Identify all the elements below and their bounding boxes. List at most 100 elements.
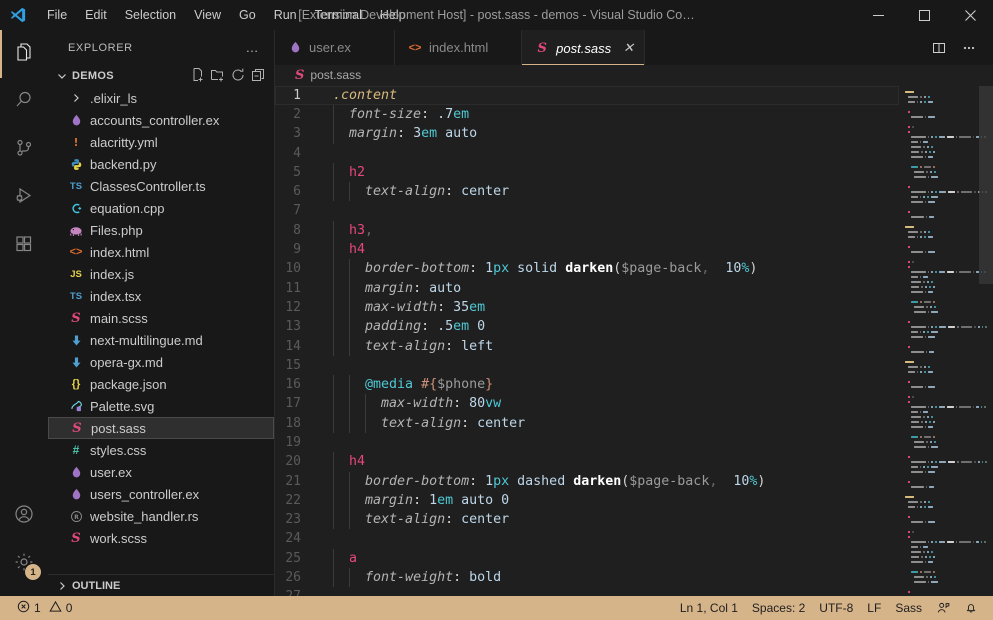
minimap-block: [911, 471, 923, 474]
code-line[interactable]: 18 text-align: center: [275, 413, 899, 433]
file-item[interactable]: Smain.scss: [48, 307, 274, 329]
code-line[interactable]: 10 border-bottom: 1px solid darken($page…: [275, 259, 899, 279]
activity-item-manage[interactable]: 1: [0, 540, 48, 588]
react-icon: TS: [69, 290, 83, 302]
file-item[interactable]: TS index.tsx: [48, 285, 274, 307]
new-folder-icon[interactable]: [210, 67, 226, 86]
activity-item-explorer[interactable]: [0, 30, 48, 78]
feedback-icon[interactable]: [929, 596, 957, 620]
code-line[interactable]: 11 margin: auto: [275, 278, 899, 298]
eol-status[interactable]: LF: [860, 596, 888, 620]
code-line[interactable]: 16 @media #{$phone}: [275, 375, 899, 395]
file-item[interactable]: {} package.json: [48, 373, 274, 395]
breadcrumb[interactable]: S post.sass: [275, 65, 993, 86]
file-item[interactable]: users_controller.ex: [48, 483, 274, 505]
file-item[interactable]: equation.cpp: [48, 197, 274, 219]
code-line[interactable]: 4: [275, 144, 899, 163]
editor-tab[interactable]: <>index.html✕: [395, 30, 523, 65]
file-item[interactable]: Palette.svg: [48, 395, 274, 417]
file-item[interactable]: Spost.sass: [48, 417, 274, 439]
new-file-icon[interactable]: [190, 67, 206, 86]
code-line[interactable]: 27: [275, 587, 899, 596]
minimap-block: [948, 191, 956, 194]
file-item[interactable]: Rwebsite_handler.rs: [48, 505, 274, 527]
activity-item-search[interactable]: [0, 78, 48, 126]
menu-help[interactable]: Help: [371, 5, 415, 25]
code-line[interactable]: 26 font-weight: bold: [275, 568, 899, 588]
code-line[interactable]: 3 margin: 3em auto: [275, 124, 899, 144]
code-line[interactable]: 5 h2: [275, 162, 899, 183]
file-item[interactable]: .elixir_ls: [48, 87, 274, 109]
minimize-button[interactable]: [855, 0, 901, 30]
code-line[interactable]: 22 margin: 1em auto 0: [275, 490, 899, 511]
language-mode-status[interactable]: Sass: [888, 596, 929, 620]
collapse-all-icon[interactable]: [250, 67, 266, 86]
menu-file[interactable]: File: [38, 5, 76, 25]
code-line[interactable]: 15: [275, 356, 899, 375]
file-item[interactable]: TS ClassesController.ts: [48, 175, 274, 197]
minimap-slider[interactable]: [979, 85, 993, 284]
file-item[interactable]: user.ex: [48, 461, 274, 483]
file-item[interactable]: Swork.scss: [48, 527, 274, 549]
code-line[interactable]: 7: [275, 201, 899, 220]
refresh-icon[interactable]: [230, 67, 246, 86]
editor-tab[interactable]: Spost.sass ✕: [522, 30, 645, 65]
tab-close-icon[interactable]: ✕: [617, 40, 634, 56]
code-line[interactable]: 13 padding: .5em 0: [275, 317, 899, 337]
code-line[interactable]: 1 .content: [275, 85, 899, 105]
cursor-position[interactable]: Ln 1, Col 1: [673, 596, 745, 620]
encoding-status[interactable]: UTF-8: [812, 596, 860, 620]
file-item[interactable]: accounts_controller.ex: [48, 109, 274, 131]
file-item[interactable]: JS index.js: [48, 263, 274, 285]
file-item[interactable]: next-multilingue.md: [48, 329, 274, 351]
activity-item-run-debug[interactable]: [0, 174, 48, 222]
code-token: }: [485, 377, 494, 393]
code-line[interactable]: 23 text-align: center: [275, 510, 899, 530]
activity-item-source-control[interactable]: [0, 126, 48, 174]
code-line[interactable]: 19: [275, 433, 899, 452]
code-line[interactable]: 25 a: [275, 548, 899, 569]
code-line[interactable]: 21 border-bottom: 1px dashed darken($pag…: [275, 471, 899, 491]
outline-section-header[interactable]: OUTLINE: [48, 574, 274, 596]
code-line[interactable]: 12 max-width: 35em: [275, 297, 899, 318]
indentation-status[interactable]: Spaces: 2: [745, 596, 812, 620]
maximize-button[interactable]: [901, 0, 947, 30]
menu-edit[interactable]: Edit: [76, 5, 116, 25]
menu-selection[interactable]: Selection: [116, 5, 185, 25]
code-token: :: [437, 299, 454, 315]
problems-status[interactable]: 1 0: [10, 596, 79, 620]
more-actions-icon[interactable]: [955, 34, 983, 62]
file-item[interactable]: <> index.html: [48, 241, 274, 263]
close-button[interactable]: [947, 0, 993, 30]
code-line[interactable]: 20 h4: [275, 452, 899, 472]
code-line[interactable]: 8 h3,: [275, 220, 899, 241]
code-line[interactable]: 6 text-align: center: [275, 182, 899, 202]
menu-go[interactable]: Go: [230, 5, 265, 25]
menu-run[interactable]: Run: [265, 5, 306, 25]
file-tree[interactable]: .elixir_ls accounts_controller.ex! alacrit…: [48, 87, 274, 574]
menu-terminal[interactable]: Terminal: [306, 5, 371, 25]
code-line[interactable]: 14 text-align: left: [275, 336, 899, 356]
activity-item-accounts[interactable]: [0, 492, 48, 540]
code-editor[interactable]: 1 .content 2 font-size: .7em 3 margin: 3em …: [275, 85, 899, 596]
file-item[interactable]: opera-gx.md: [48, 351, 274, 373]
minimap[interactable]: [899, 85, 993, 596]
split-editor-icon[interactable]: [925, 34, 953, 62]
menu-view[interactable]: View: [185, 5, 230, 25]
minimap-scrollbar[interactable]: [979, 85, 993, 596]
file-item[interactable]: ! alacritty.yml: [48, 131, 274, 153]
code-line[interactable]: 17 max-width: 80vw: [275, 394, 899, 414]
tabs-container[interactable]: user.ex✕ <> index.html ✕Spost.sass ✕: [275, 30, 645, 65]
code-line[interactable]: 2 font-size: .7em: [275, 104, 899, 125]
menu-bar[interactable]: File Edit Selection View Go Run Terminal…: [38, 5, 415, 25]
file-item[interactable]: # styles.css: [48, 439, 274, 461]
code-line[interactable]: 9 h4: [275, 240, 899, 260]
file-item[interactable]: backend.py: [48, 153, 274, 175]
code-line[interactable]: 24: [275, 529, 899, 548]
file-item[interactable]: Files.php: [48, 219, 274, 241]
folder-section-header[interactable]: DEMOS: [48, 65, 274, 87]
editor-tab[interactable]: user.ex✕: [275, 30, 395, 65]
explorer-more-icon[interactable]: …: [240, 40, 267, 55]
activity-item-extensions[interactable]: [0, 222, 48, 270]
bell-icon[interactable]: [957, 596, 985, 620]
